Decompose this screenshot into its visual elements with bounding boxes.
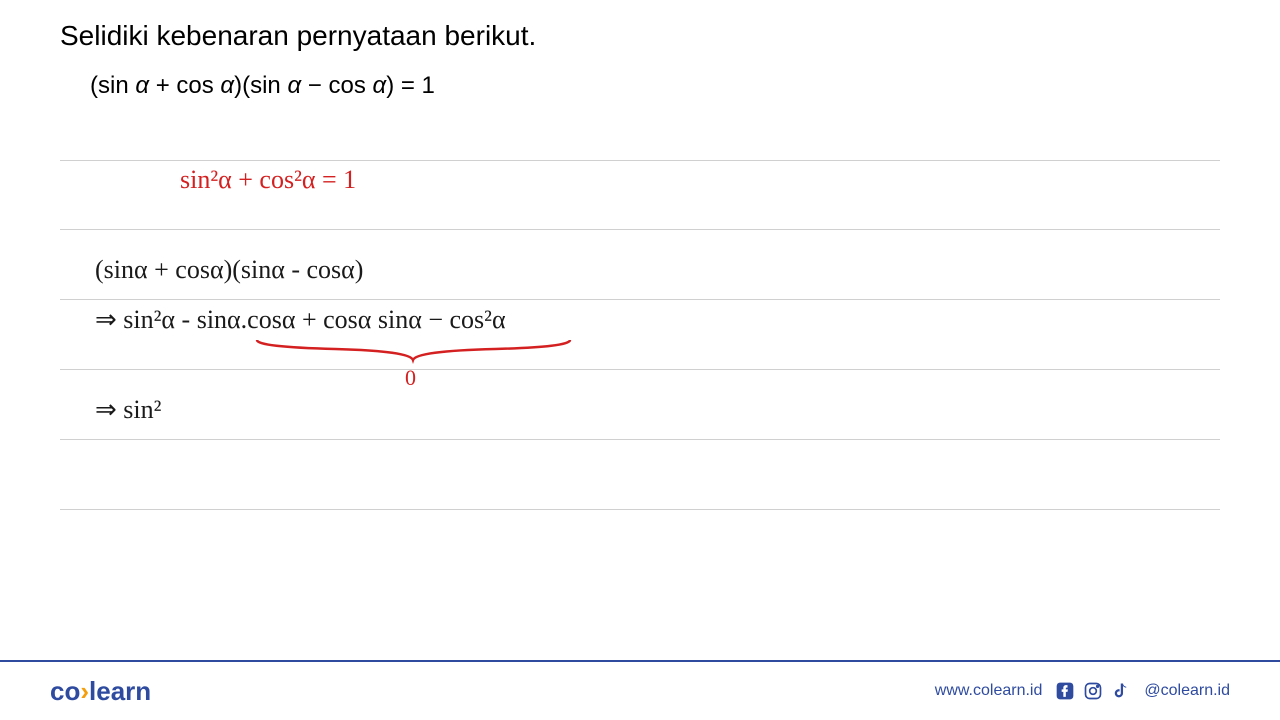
- work-area: sin²α + cos²α = 1 (sinα + cosα)(sinα - c…: [60, 140, 1220, 510]
- problem-title: Selidiki kebenaran pernyataan berikut.: [60, 20, 1220, 52]
- social-icons: [1054, 680, 1132, 702]
- problem-equation: (sin α + cos α)(sin α − cos α) = 1: [60, 72, 1220, 100]
- handwritten-identity: sin²α + cos²α = 1: [180, 165, 356, 195]
- handwritten-expansion-3: ⇒ sin²: [95, 395, 161, 425]
- social-handle[interactable]: @colearn.id: [1144, 682, 1230, 700]
- footer: co›learn www.colearn.id @colearn.id: [0, 660, 1280, 720]
- facebook-icon[interactable]: [1054, 680, 1076, 702]
- logo: co›learn: [50, 676, 151, 707]
- handwritten-expansion-2: ⇒ sin²α - sinα.cosα + cosα sinα − cos²α: [95, 305, 506, 335]
- tiktok-icon[interactable]: [1110, 680, 1132, 702]
- brace-annotation: 0: [255, 335, 585, 395]
- svg-text:0: 0: [405, 365, 416, 390]
- instagram-icon[interactable]: [1082, 680, 1104, 702]
- website-link[interactable]: www.colearn.id: [935, 682, 1043, 700]
- handwritten-expansion-1: (sinα + cosα)(sinα - cosα): [95, 255, 363, 285]
